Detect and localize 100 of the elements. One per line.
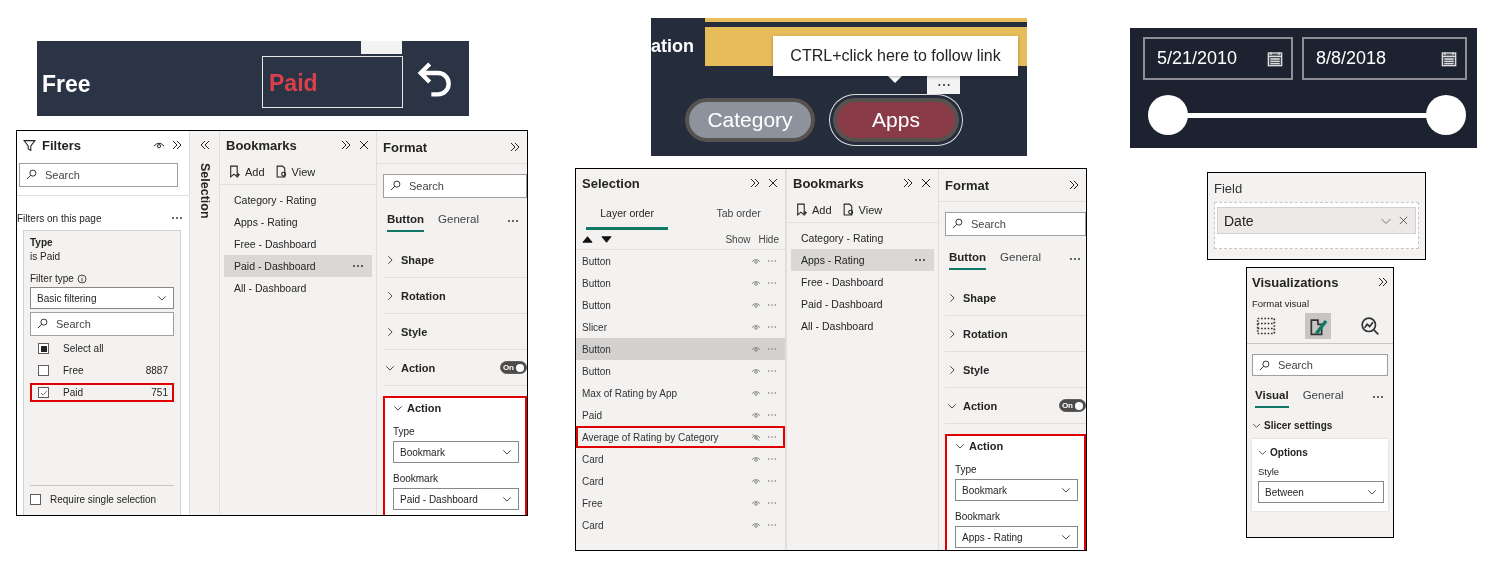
- section-header[interactable]: Shape: [383, 242, 527, 278]
- section-header[interactable]: Action On: [383, 350, 527, 386]
- field-chip[interactable]: Date: [1217, 207, 1416, 234]
- bookmark-item[interactable]: Apps - Rating: [224, 211, 372, 233]
- section-header[interactable]: Options: [1258, 447, 1384, 458]
- checkbox[interactable]: [38, 387, 49, 398]
- column-label: Hide: [758, 234, 779, 245]
- search-icon: [26, 169, 37, 180]
- layer-item[interactable]: Average of Rating by Category: [576, 426, 785, 448]
- info-icon: [76, 273, 87, 284]
- dropdown[interactable]: Basic filtering: [30, 287, 174, 309]
- dropdown[interactable]: Between: [1258, 481, 1384, 503]
- calendar-icon[interactable]: [1441, 50, 1457, 67]
- tab[interactable]: Button: [949, 248, 987, 270]
- eye-crossed-icon[interactable]: [751, 432, 761, 442]
- remove-icon[interactable]: [1398, 215, 1409, 226]
- tab[interactable]: Button: [387, 210, 425, 232]
- section-header[interactable]: Action On: [945, 388, 1086, 424]
- tab[interactable]: General: [1302, 386, 1344, 408]
- add-button[interactable]: Add: [228, 165, 265, 178]
- bookmark-item[interactable]: Category - Rating: [791, 227, 934, 249]
- bookmark-item[interactable]: Free - Dashboard: [791, 271, 934, 293]
- checkbox[interactable]: [30, 494, 41, 505]
- search-field[interactable]: Search: [383, 174, 527, 198]
- bookmark-item[interactable]: Category - Rating: [224, 189, 372, 211]
- section-header[interactable]: Shape: [945, 280, 1086, 316]
- calendar-icon[interactable]: [1267, 50, 1283, 67]
- section-header[interactable]: Rotation: [945, 316, 1086, 352]
- section-header[interactable]: Style: [945, 352, 1086, 388]
- collapse-icon[interactable]: [1377, 276, 1389, 288]
- tab[interactable]: General: [1000, 248, 1041, 270]
- tab[interactable]: Layer order: [586, 203, 668, 230]
- bookmark-item[interactable]: Apps - Rating: [791, 249, 934, 271]
- bookmark-item[interactable]: Free - Dashboard: [224, 233, 372, 255]
- card-header[interactable]: Action: [393, 402, 519, 414]
- view-button[interactable]: View: [274, 165, 316, 178]
- close-icon[interactable]: [767, 177, 779, 189]
- date-field[interactable]: 8/8/2018: [1302, 37, 1467, 80]
- slider-handle[interactable]: [1148, 95, 1188, 135]
- bookmark-item[interactable]: Paid - Dashboard: [791, 293, 934, 315]
- pane-tab[interactable]: Selection: [197, 163, 212, 219]
- close-icon[interactable]: [920, 177, 932, 189]
- search-field[interactable]: Search: [1252, 354, 1388, 376]
- dropdown[interactable]: Paid - Dashboard: [393, 488, 519, 510]
- section-header[interactable]: Rotation: [383, 278, 527, 314]
- chevron-down-icon: [1061, 485, 1071, 495]
- close-icon[interactable]: [358, 139, 370, 151]
- move-down-icon[interactable]: [601, 234, 612, 245]
- magnifier-chart-icon: [1360, 316, 1380, 336]
- chevron-down-icon: [955, 441, 965, 451]
- panel-title: Visualizations: [1252, 274, 1339, 290]
- filter-option[interactable]: Free 8887: [30, 361, 174, 380]
- bookmark-item[interactable]: Paid - Dashboard: [224, 255, 372, 277]
- search-field[interactable]: Search: [945, 212, 1086, 236]
- collapse-icon[interactable]: [509, 141, 521, 153]
- chevron-down-icon: [1258, 448, 1267, 457]
- chevron-down-icon: [502, 494, 512, 504]
- filter-option[interactable]: Select all: [30, 339, 174, 358]
- card-header[interactable]: Action: [955, 440, 1078, 452]
- collapse-icon[interactable]: [749, 177, 761, 189]
- section-label: Format visual: [1251, 297, 1310, 311]
- filter-option[interactable]: Paid 751: [30, 383, 174, 402]
- search-field[interactable]: Search: [30, 312, 174, 336]
- tab[interactable]: General: [438, 210, 479, 232]
- dropdown[interactable]: Apps - Rating: [955, 526, 1078, 548]
- paint-brush-icon: [1308, 316, 1328, 336]
- slider-handle[interactable]: [1426, 95, 1466, 135]
- chevron-right-icon: [947, 364, 957, 375]
- section-header[interactable]: Slicer settings: [1252, 420, 1388, 431]
- option-label: Free: [63, 365, 84, 376]
- collapse-icon[interactable]: [902, 177, 914, 189]
- date-field[interactable]: 5/21/2010: [1143, 37, 1293, 80]
- view-button[interactable]: View: [841, 203, 883, 216]
- bookmark-item[interactable]: All - Dashboard: [224, 277, 372, 299]
- filter-icon: [23, 138, 36, 152]
- expand-icon[interactable]: [198, 139, 211, 151]
- view-tab[interactable]: [1305, 313, 1331, 339]
- collapse-icon[interactable]: [340, 139, 352, 151]
- field-label: Bookmark: [393, 473, 439, 484]
- tab[interactable]: Tab order: [702, 203, 775, 230]
- tab[interactable]: Visual: [1255, 386, 1289, 408]
- free-button[interactable]: Free: [42, 71, 91, 98]
- checkbox-label: Require single selection: [50, 494, 157, 505]
- move-up-icon[interactable]: [582, 234, 593, 245]
- section-header[interactable]: Style: [383, 314, 527, 350]
- checkbox[interactable]: [38, 343, 49, 354]
- dropdown[interactable]: Bookmark: [393, 441, 519, 463]
- search-field[interactable]: Search: [19, 163, 178, 187]
- chevron-down-icon: [393, 403, 403, 413]
- dropdown[interactable]: Bookmark: [955, 479, 1078, 501]
- bookmark-item[interactable]: All - Dashboard: [791, 315, 934, 337]
- checkbox[interactable]: [38, 365, 49, 376]
- collapse-icon[interactable]: [1068, 179, 1080, 191]
- toggle-switch[interactable]: On: [499, 361, 527, 374]
- toggle-switch[interactable]: On: [1058, 399, 1086, 412]
- collapse-icon[interactable]: [171, 139, 183, 151]
- search-icon: [37, 318, 48, 329]
- tooltip: CTRL+click here to follow link: [773, 36, 1018, 76]
- chevron-right-icon: [947, 328, 957, 339]
- add-button[interactable]: Add: [795, 203, 832, 216]
